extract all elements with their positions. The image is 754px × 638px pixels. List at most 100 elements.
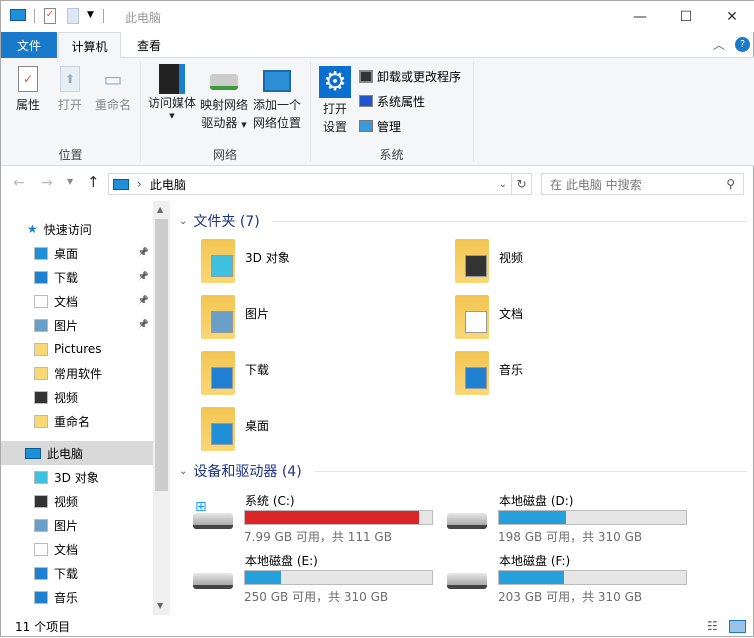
folder-icon (34, 366, 48, 380)
nav-item[interactable]: 音乐 (1, 585, 153, 609)
recent-locations-icon[interactable]: ▼ (67, 177, 73, 186)
nav-item[interactable]: 视频 (1, 489, 153, 513)
refresh-button[interactable]: ↻ (512, 173, 532, 195)
address-dropdown-icon[interactable]: ⌄ (499, 179, 507, 190)
nav-item[interactable]: 图片 📌 (1, 313, 153, 337)
folder-icon (201, 239, 235, 283)
folder-item[interactable]: 下载 (171, 351, 421, 407)
help-icon[interactable]: ? (735, 37, 750, 52)
chevron-down-icon: ⌄ (179, 215, 188, 227)
drive-item[interactable]: 本地磁盘 (E:) 250 GB 可用，共 310 GB (171, 554, 433, 611)
folder-item[interactable]: 音乐 (425, 351, 675, 407)
details-view-icon[interactable]: ☷ (707, 619, 718, 633)
usage-bar (498, 510, 687, 525)
access-media-button[interactable]: 访问媒体 ▼ (145, 64, 199, 120)
scroll-down-icon[interactable]: ▼ (157, 601, 163, 610)
breadcrumb-this-pc[interactable]: 此电脑 (150, 176, 186, 193)
close-button[interactable]: ✕ (709, 1, 754, 32)
pin-icon[interactable]: 📌 (138, 272, 149, 282)
tab-view[interactable]: 查看 (127, 32, 171, 59)
nav-item[interactable]: 重命名 (1, 409, 153, 433)
address-bar[interactable]: › 此电脑 ⌄ (108, 173, 512, 195)
properties-button[interactable]: ✓ 属性 (9, 66, 47, 114)
open-icon: ⬆ (60, 66, 80, 92)
nav-item[interactable]: 文档 📌 (1, 289, 153, 313)
folder-item[interactable]: 3D 对象 (171, 239, 421, 295)
properties-icon: ✓ (18, 66, 38, 92)
folder-icon (455, 239, 489, 283)
pin-icon[interactable]: 📌 (138, 296, 149, 306)
nav-item[interactable]: 常用软件 (1, 361, 153, 385)
folder-item[interactable]: 文档 (425, 295, 675, 351)
folder-icon (34, 566, 48, 580)
drive-item[interactable]: 本地磁盘 (D:) 198 GB 可用，共 310 GB (425, 494, 687, 551)
breadcrumb-chevron-icon: › (137, 177, 142, 191)
scroll-thumb[interactable] (155, 219, 168, 491)
nav-scrollbar[interactable]: ▲ ▼ (153, 201, 170, 615)
properties-quick-icon[interactable]: ✓ (44, 8, 56, 24)
system-properties-button[interactable]: 系统属性 (359, 91, 425, 111)
manage-button[interactable]: 管理 (359, 116, 401, 136)
hard-drive-icon (447, 513, 487, 529)
drives-section-header[interactable]: ⌄ 设备和驱动器 (4) (179, 461, 747, 481)
folder-icon (455, 351, 489, 395)
usage-bar (244, 570, 433, 585)
item-count: 11 个项目 (15, 620, 71, 634)
nav-this-pc[interactable]: 此电脑 (1, 441, 153, 465)
maximize-button[interactable]: ☐ (663, 1, 709, 32)
forward-button[interactable]: → (41, 175, 53, 191)
nav-item[interactable]: 下载 (1, 561, 153, 585)
tab-computer[interactable]: 计算机 (58, 32, 121, 59)
nav-item[interactable]: 图片 (1, 513, 153, 537)
nav-item[interactable]: 桌面 📌 (1, 241, 153, 265)
computer-icon (25, 447, 41, 459)
rename-icon: ▭ (103, 67, 123, 91)
uninstall-program-button[interactable]: 卸载或更改程序 (359, 66, 461, 86)
folder-icon (34, 518, 48, 532)
folder-item[interactable]: 图片 (171, 295, 421, 351)
drive-item[interactable]: 本地磁盘 (F:) 203 GB 可用，共 310 GB (425, 554, 687, 611)
folder-item[interactable]: 视频 (425, 239, 675, 295)
search-input[interactable]: 在 此电脑 中搜索 ⚲ (541, 173, 744, 195)
nav-item[interactable]: 视频 (1, 385, 153, 409)
ribbon-tabs: 文件 计算机 查看 ︿ ? (1, 32, 754, 59)
map-drive-button[interactable]: 映射网络 驱动器 ▼ (199, 66, 249, 134)
new-folder-quick-icon[interactable] (67, 8, 79, 24)
up-button[interactable]: ↑ (87, 173, 100, 191)
windows-logo-icon: ⊞ (195, 499, 207, 515)
scroll-up-icon[interactable]: ▲ (157, 205, 163, 214)
status-bar: 11 个项目 ☷ (1, 615, 754, 638)
customize-toolbar-icon[interactable]: ▼ (87, 10, 94, 20)
drive-item[interactable]: ⊞ 系统 (C:) 7.99 GB 可用，共 111 GB (171, 494, 433, 551)
system-properties-icon (359, 95, 373, 107)
nav-item[interactable]: 3D 对象 (1, 465, 153, 489)
minimize-button[interactable]: — (617, 1, 663, 32)
folder-icon (34, 246, 48, 260)
window-title: 此电脑 (125, 11, 162, 25)
computer-icon (113, 178, 129, 190)
computer-icon (10, 9, 26, 21)
collapse-ribbon-icon[interactable]: ︿ (713, 36, 725, 53)
tab-file[interactable]: 文件 (1, 32, 57, 58)
rename-button[interactable]: ▭ 重命名 (91, 66, 135, 114)
folder-icon (201, 295, 235, 339)
add-network-location-button[interactable]: 添加一个 网络位置 (251, 66, 303, 132)
folder-icon (34, 270, 48, 284)
large-icons-view-icon[interactable] (729, 620, 746, 633)
folder-icon (34, 342, 48, 356)
uninstall-icon (359, 69, 373, 83)
nav-quick-access[interactable]: ★ 快速访问 (1, 217, 153, 241)
address-row: ← → ▼ ↑ › 此电脑 ⌄ ↻ 在 此电脑 中搜索 ⚲ (1, 167, 754, 201)
folders-section-header[interactable]: ⌄ 文件夹 (7) (179, 211, 747, 231)
nav-item[interactable]: Pictures (1, 337, 153, 361)
nav-item[interactable]: 下载 📌 (1, 265, 153, 289)
pin-icon[interactable]: 📌 (138, 248, 149, 258)
open-button[interactable]: ⬆ 打开 (51, 66, 89, 114)
folder-icon (34, 318, 48, 332)
folder-item[interactable]: 桌面 (171, 407, 421, 463)
nav-item[interactable]: 文档 (1, 537, 153, 561)
pin-icon[interactable]: 📌 (138, 320, 149, 330)
back-button[interactable]: ← (13, 175, 25, 191)
open-settings-button[interactable]: ⚙ 打开 设置 (317, 66, 353, 136)
folder-icon (34, 390, 48, 404)
